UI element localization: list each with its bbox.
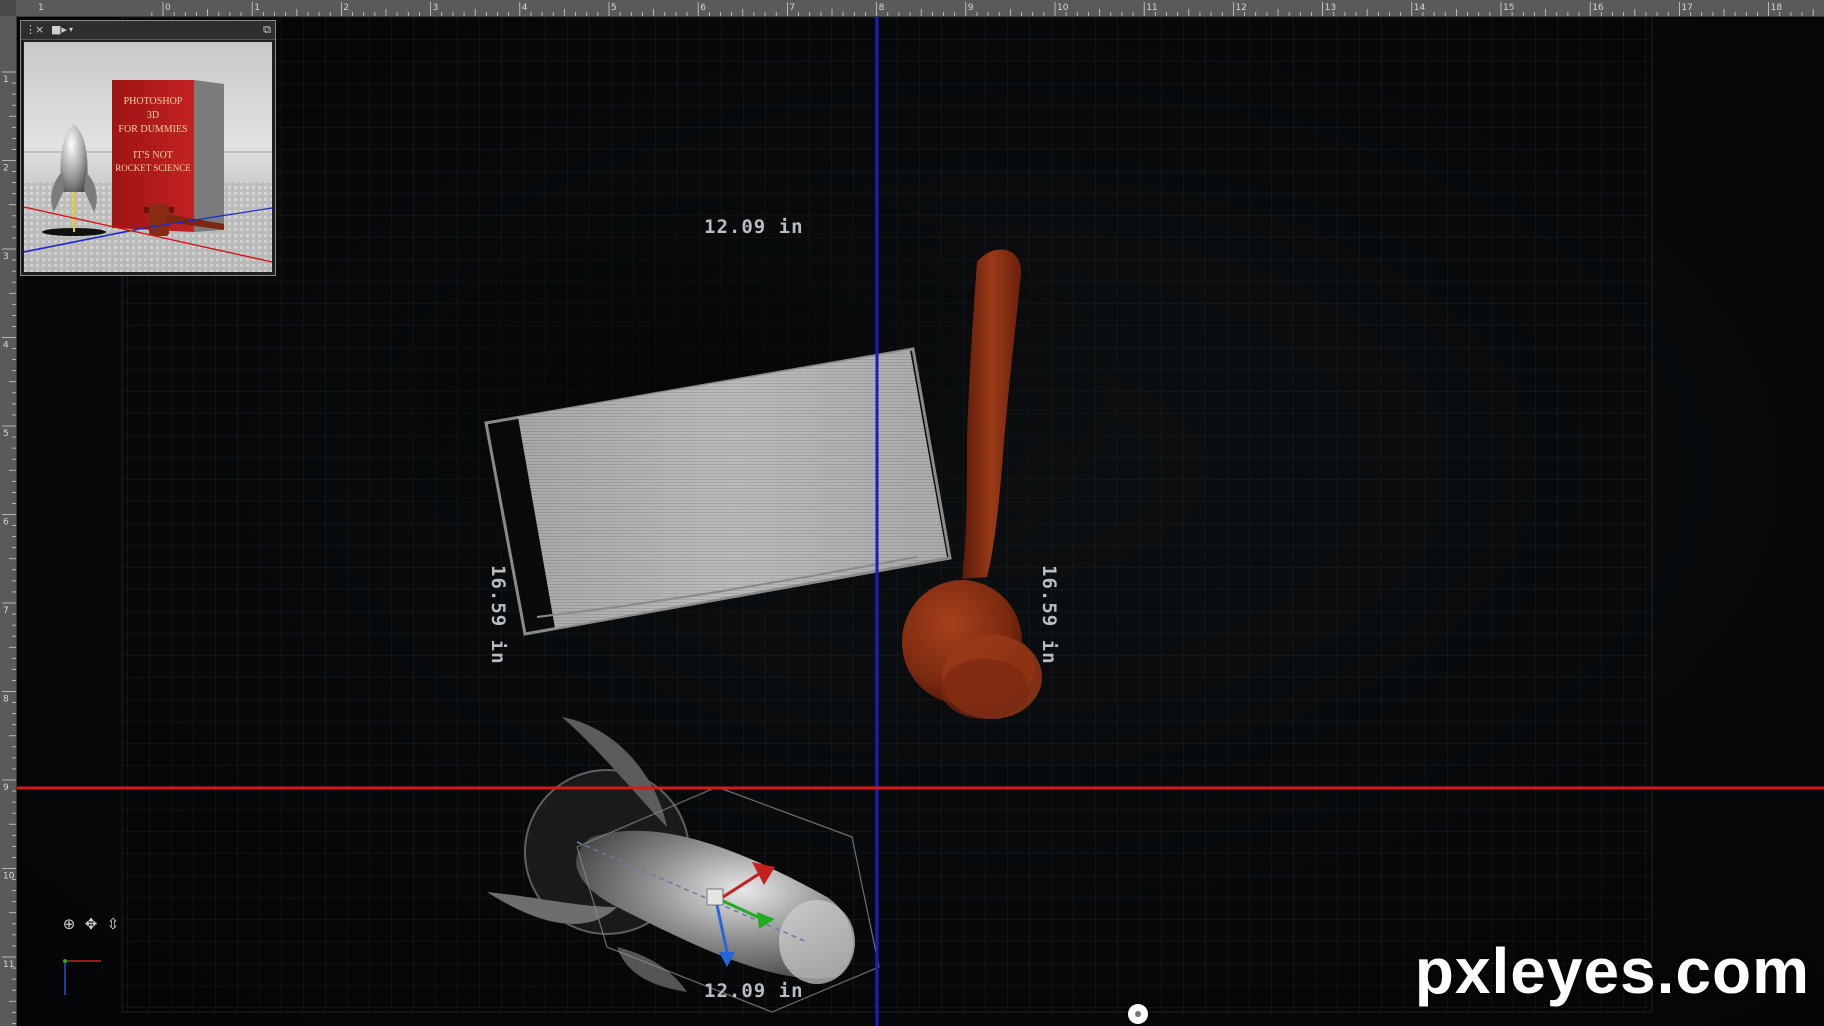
secondary-view-render: PHOTOSHOP 3D FOR DUMMIES IT'S NOT ROCKET… <box>24 42 272 272</box>
ruler-top-label: 15 <box>1503 3 1514 13</box>
left-ruler[interactable]: 1 2 3 4 5 6 7 8 9 10 11 <box>0 16 17 1026</box>
ruler-top-label: 16 <box>1592 3 1604 13</box>
ruler-left-label: 1 <box>3 75 9 85</box>
book-title-line-2: 3D <box>147 110 159 121</box>
left-ruler-ticks: 1 2 3 4 5 6 7 8 9 10 11 <box>2 71 16 1024</box>
ruler-top-label: 13 <box>1325 3 1336 13</box>
ruler-top-label: 8 <box>879 3 885 13</box>
ruler-left-label: 4 <box>3 341 9 351</box>
ruler-top-label: 7 <box>789 3 795 13</box>
ruler-left-label: 9 <box>3 783 9 793</box>
ruler-top-label: 5 <box>611 3 617 13</box>
ruler-top-label: 4 <box>522 3 528 13</box>
orbit-icon[interactable]: ⊕ <box>60 915 78 933</box>
ruler-top-label: 18 <box>1771 3 1783 13</box>
light-source-icon[interactable] <box>1128 1004 1148 1024</box>
book-title-line-5: IT'S NOT <box>133 150 173 161</box>
watermark-text: pxleyes.com <box>1414 935 1810 1007</box>
right-dimension-label: 16.59 in <box>1038 565 1060 665</box>
top-dimension-label: 12.09 in <box>704 216 804 238</box>
ruler-corner <box>0 0 16 16</box>
ruler-left-label: 10 <box>3 872 15 882</box>
book-title-line-3: FOR DUMMIES <box>118 124 187 135</box>
swap-view-icon[interactable]: ⧉ <box>263 22 271 38</box>
ruler-top-label: 9 <box>968 3 974 13</box>
ruler-top-label: 1 <box>38 3 44 13</box>
ruler-left-label: 3 <box>3 252 9 262</box>
dolly-icon[interactable]: ⇳ <box>104 915 122 933</box>
ruler-left-label: 6 <box>3 518 9 528</box>
ruler-top-label: 17 <box>1681 3 1692 13</box>
ruler-top-label: 11 <box>1146 3 1157 13</box>
3d-viewport[interactable]: 12.09 in 12.09 in 16.59 in 16.59 in ⊕ ✥ … <box>17 17 1824 1026</box>
secondary-view-panel[interactable]: ⋮ × ■▸ ▾ ⧉ PHOTOSHOP 3D FOR DUMMIES IT'S… <box>20 20 276 276</box>
secondary-view-titlebar: ⋮ × ■▸ ▾ ⧉ <box>21 21 275 40</box>
ruler-top-label: 6 <box>700 3 706 13</box>
pan-icon[interactable]: ✥ <box>82 915 100 933</box>
ruler-top-label: 3 <box>433 3 439 13</box>
ruler-top-label: 2 <box>343 3 349 13</box>
camera-dropdown-icon[interactable]: ▾ <box>69 22 73 38</box>
ruler-left-label: 8 <box>3 695 9 705</box>
top-ruler-ticks: 1012345678910111213141516171819 <box>38 2 1814 16</box>
book-title-line-1: PHOTOSHOP <box>124 96 183 107</box>
panel-close-icon[interactable]: × <box>35 22 44 38</box>
photoshop-3d-workspace: 1012345678910111213141516171819 12345678… <box>0 0 1824 1026</box>
ruler-left-label: 11 <box>3 960 14 970</box>
ruler-top-label: 1 <box>254 3 260 13</box>
camera-view-icon[interactable]: ■▸ <box>51 22 67 38</box>
ruler-top-label: 0 <box>165 3 171 13</box>
book-title-line-6: ROCKET SCIENCE <box>115 163 191 173</box>
left-dimension-label: 16.59 in <box>487 565 509 665</box>
scene-canvas[interactable] <box>17 17 1824 1026</box>
3d-nav-tools: ⊕ ✥ ⇳ <box>60 915 122 933</box>
bottom-dimension-label: 12.09 in <box>704 980 804 1002</box>
ruler-left-label: 2 <box>3 164 9 174</box>
ruler-left-label: 7 <box>3 606 9 616</box>
axis-gizmo <box>63 959 101 995</box>
top-ruler[interactable]: 1012345678910111213141516171819 <box>0 0 1824 17</box>
ruler-top-label: 14 <box>1414 3 1426 13</box>
ruler-top-label: 10 <box>1057 3 1069 13</box>
ruler-left-label: 5 <box>3 429 9 439</box>
ruler-top-label: 12 <box>1235 3 1246 13</box>
